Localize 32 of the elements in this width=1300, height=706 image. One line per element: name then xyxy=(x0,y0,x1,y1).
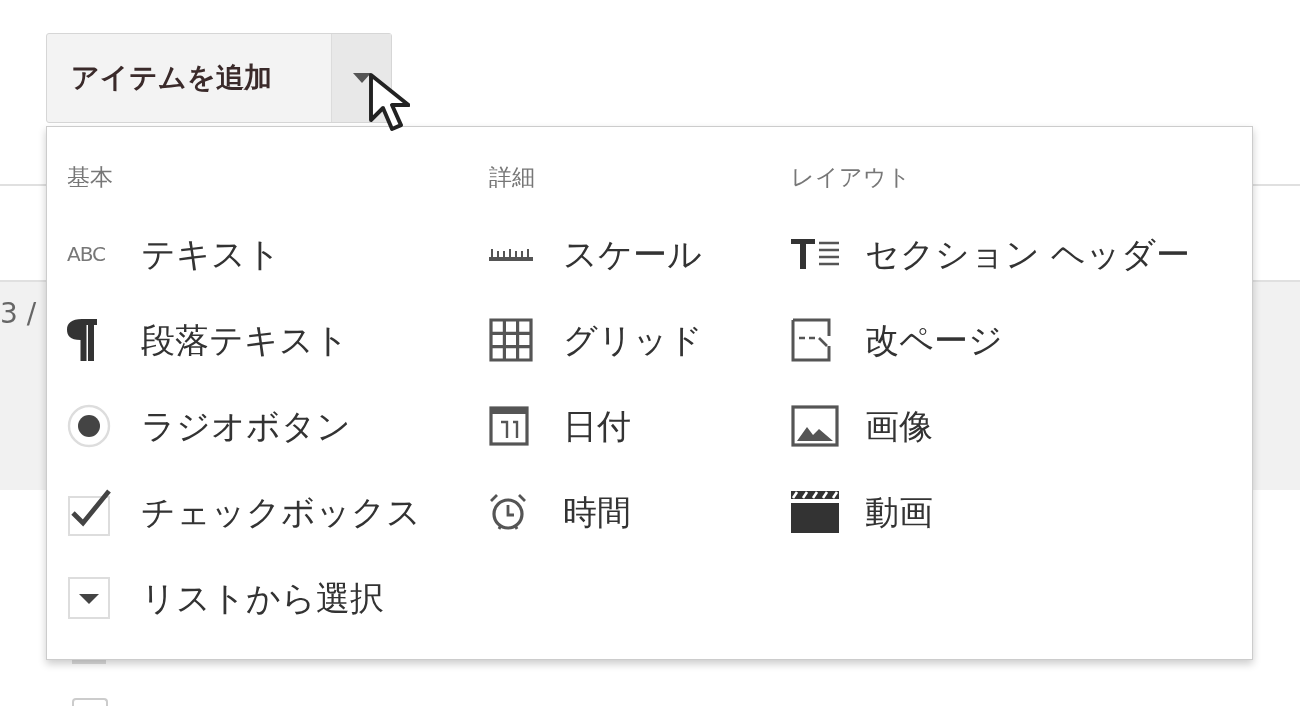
menu-item[interactable]: ラジオボタン xyxy=(141,400,351,452)
page-break-icon xyxy=(791,318,833,362)
menu-item[interactable]: リストから選択 xyxy=(141,572,384,624)
menu-item[interactable]: 画像 xyxy=(865,400,933,452)
menu-item[interactable]: セクション ヘッダー xyxy=(865,228,1190,280)
square-outline xyxy=(72,698,108,706)
page-counter: 3 / xyxy=(0,296,37,332)
menu-item[interactable]: 動画 xyxy=(865,486,933,538)
heading-icon xyxy=(791,239,839,269)
caret-icon xyxy=(352,73,371,83)
dropdown-icon xyxy=(67,576,111,620)
menu-item[interactable]: 改ページ xyxy=(865,314,1003,366)
menu-item[interactable]: 時間 xyxy=(563,486,631,538)
menu-section-header: 詳細 xyxy=(489,163,535,192)
abc-icon: ABC xyxy=(67,239,105,269)
divider-stub xyxy=(72,660,106,664)
menu-item[interactable]: グリッド xyxy=(563,314,703,366)
alarm-clock-icon xyxy=(489,493,527,531)
menu-item[interactable]: テキスト xyxy=(141,228,281,280)
menu-item[interactable]: チェックボックス xyxy=(141,486,421,538)
pilcrow-icon xyxy=(67,319,97,361)
image-icon xyxy=(791,405,839,447)
calendar-icon xyxy=(489,406,529,446)
menu-item[interactable]: 日付 xyxy=(563,400,631,452)
ruler-icon xyxy=(489,247,533,261)
grid-icon xyxy=(489,318,533,362)
radio-icon xyxy=(67,404,111,448)
menu-section-header: 基本 xyxy=(67,163,113,192)
menu-item[interactable]: スケール xyxy=(563,228,702,280)
menu-item[interactable]: 段落テキスト xyxy=(141,314,349,366)
clapperboard-icon xyxy=(791,491,839,533)
menu-section-header: レイアウト xyxy=(791,163,911,192)
